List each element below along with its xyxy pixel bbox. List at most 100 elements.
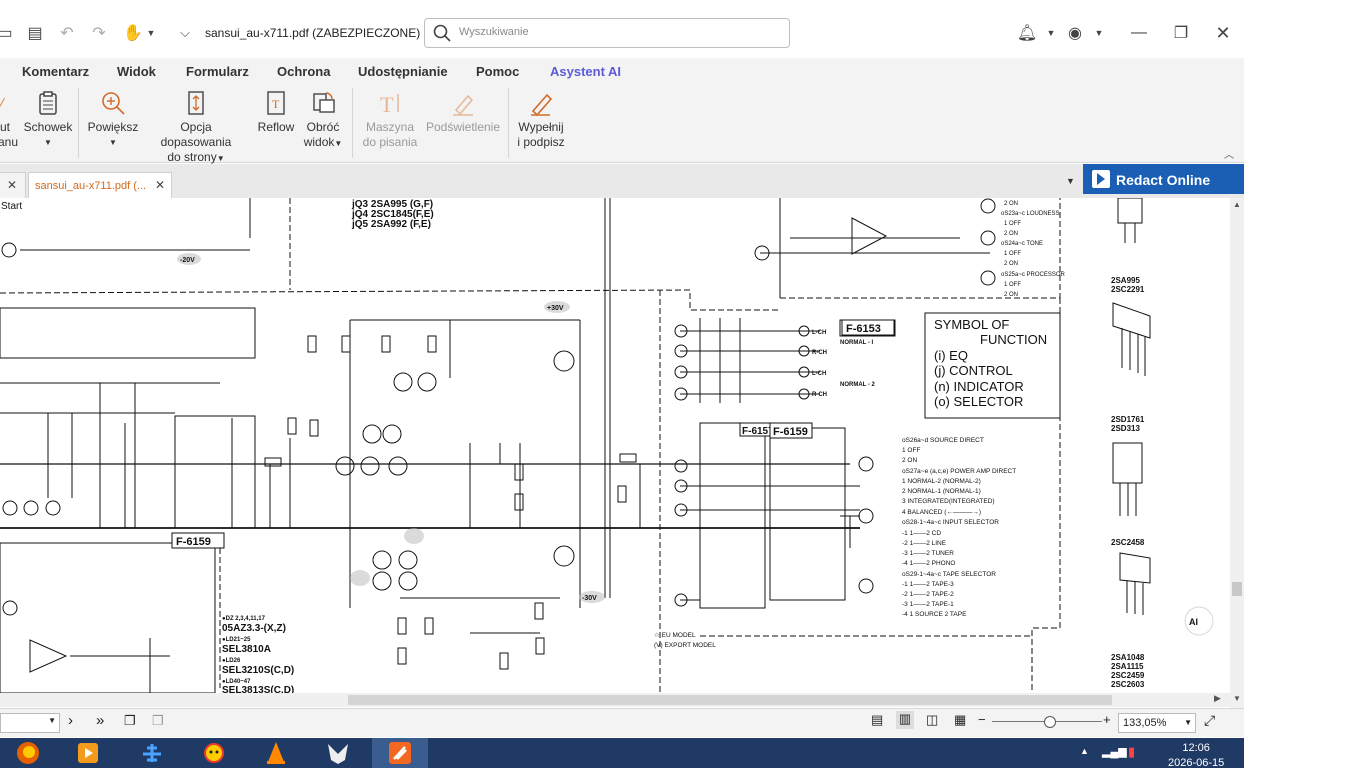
battery-icon[interactable]: ▮ xyxy=(1128,744,1135,760)
save-icon[interactable]: ▭ xyxy=(0,22,16,44)
collapse-ribbon-icon[interactable]: ︿ xyxy=(1224,146,1234,161)
opcja-dopasowania-button[interactable]: Opcja dopasowania do strony▼ xyxy=(144,90,248,166)
restore-icon[interactable]: ❐ xyxy=(1170,22,1192,44)
maszyna-do-pisania-button[interactable]: T Maszyna do pisania xyxy=(360,90,420,150)
model-note: ☆ EU MODEL xyxy=(654,631,696,639)
menu-widok[interactable]: Widok xyxy=(117,64,156,79)
continuous-page-icon[interactable]: ▥ xyxy=(896,711,914,729)
switch-note: 4 BALANCED (←———→) xyxy=(902,509,981,516)
page-number-field[interactable]: ▼ xyxy=(0,713,60,733)
split-view-icon[interactable]: ❒ xyxy=(152,713,164,729)
account-icon[interactable]: ◉ xyxy=(1064,22,1086,44)
wypelnij-i-podpisz-button[interactable]: Wypełnij i podpisz xyxy=(514,90,568,150)
function-note: 1 OFF xyxy=(1004,251,1021,257)
clock-time: 12:06 xyxy=(1182,742,1210,754)
tab-start-partial[interactable]: ✕ xyxy=(0,172,26,199)
two-page-icon[interactable]: ◫ xyxy=(926,712,938,728)
board-label: F-6157 xyxy=(742,426,774,437)
obroc-widok-button[interactable]: Obróć widok▼ xyxy=(300,90,346,151)
fullscreen-icon[interactable]: ⤢ xyxy=(1204,712,1215,729)
fox-app-taskbar-icon[interactable] xyxy=(310,738,366,768)
media-player-taskbar-icon[interactable] xyxy=(60,738,116,768)
menu-ochrona[interactable]: Ochrona xyxy=(277,64,330,79)
taskbar-clock[interactable]: 12:06 2026-06-15 xyxy=(1168,742,1224,769)
reflow-button[interactable]: T Reflow xyxy=(255,90,297,135)
chevron-down-icon[interactable]: ▼ xyxy=(140,22,162,44)
pdf-viewer[interactable]: jQ3 2SA995 (G,F) jQ4 2SC1845(F,E) jQ5 2S… xyxy=(0,198,1230,693)
scroll-right-icon[interactable]: ▶ xyxy=(1214,693,1221,704)
zoom-slider-thumb[interactable] xyxy=(1044,716,1056,728)
redo-icon[interactable]: ↷ xyxy=(88,22,110,44)
taskbar: ▲ ▂▄▆ ▮ 12:06 2026-06-15 xyxy=(0,738,1244,769)
search-box[interactable]: Wyszukiwanie xyxy=(424,18,790,48)
schowek-button[interactable]: Schowek ▼ xyxy=(22,90,74,150)
bell-icon[interactable]: 🔔︎ xyxy=(1016,22,1038,44)
minimize-icon[interactable]: — xyxy=(1128,22,1150,44)
typewriter-icon: T xyxy=(380,92,399,116)
scroll-up-icon[interactable]: ▲ xyxy=(1233,200,1241,209)
switch-note: oS28-1~4a~c INPUT SELECTOR xyxy=(902,519,999,526)
title-bar: ▭ ▤ ↶ ↷ ✋ ▼ ⌵ sansui_au-x711.pdf (ZABEZP… xyxy=(0,10,1244,58)
zoom-in-icon[interactable]: + xyxy=(1103,712,1111,727)
two-page-continuous-icon[interactable]: ▦ xyxy=(954,712,966,728)
scrollbar-thumb[interactable] xyxy=(348,695,1112,705)
vlc-taskbar-icon[interactable] xyxy=(248,738,304,768)
menu-udostepnianie[interactable]: Udostępnianie xyxy=(358,64,448,79)
next-page-icon[interactable]: › xyxy=(68,712,73,729)
zoom-field[interactable]: 133,05% ▼ xyxy=(1118,713,1196,733)
menu-formularz[interactable]: Formularz xyxy=(186,64,249,79)
chevron-down-icon[interactable]: ▼ xyxy=(1066,176,1075,186)
zoom-out-icon[interactable]: − xyxy=(978,712,986,727)
network-app-taskbar-icon[interactable] xyxy=(124,738,180,768)
normal-label: NORMAL - 2 xyxy=(840,382,876,388)
close-icon[interactable]: ✕ xyxy=(7,178,17,192)
menu-asystent-ai[interactable]: Asystent AI xyxy=(550,64,621,79)
podswietlenie-button[interactable]: Podświetlenie xyxy=(424,90,502,135)
menu-komentarz[interactable]: Komentarz xyxy=(22,64,89,79)
schematic-page: jQ3 2SA995 (G,F) jQ4 2SC1845(F,E) jQ5 2S… xyxy=(0,198,1230,693)
scroll-down-icon[interactable]: ▼ xyxy=(1233,694,1241,703)
ai-assistant-icon[interactable]: AI xyxy=(1189,617,1198,627)
close-icon[interactable]: ✕ xyxy=(155,178,165,192)
scrollbar-thumb[interactable] xyxy=(1232,582,1242,596)
redact-label: Redact Online xyxy=(1116,172,1211,188)
horizontal-scrollbar[interactable]: ▶ xyxy=(0,693,1230,707)
menu-pomoc[interactable]: Pomoc xyxy=(476,64,519,79)
normal-label: NORMAL - I xyxy=(840,340,874,346)
switch-note: -4 1 SOURCE 2 TAPE xyxy=(902,611,967,618)
copy-page-icon[interactable]: ❐ xyxy=(124,713,136,729)
voltage-label: -20V xyxy=(180,257,195,264)
switch-note: 1 NORMAL-2 (NORMAL-2) xyxy=(902,478,981,485)
vertical-scrollbar[interactable]: ▲ ▼ xyxy=(1230,198,1244,708)
show-hidden-icons[interactable]: ▲ xyxy=(1080,746,1089,756)
rotate-view-icon xyxy=(313,92,335,113)
document-tab-bar: ✕ sansui_au-x711.pdf (... ✕ ▼ Redact Onl… xyxy=(0,164,1244,199)
foxit-reader-taskbar-icon[interactable] xyxy=(372,738,428,768)
channel-label: R-CH xyxy=(812,392,827,398)
quick-access-dropdown-icon[interactable]: ⌵ xyxy=(174,22,196,44)
firefox-taskbar-icon[interactable] xyxy=(0,738,56,768)
sun-app-taskbar-icon[interactable] xyxy=(186,738,242,768)
chevron-down-icon: ▼ xyxy=(216,154,225,163)
foxit-icon xyxy=(389,742,411,764)
redact-online-button[interactable]: Redact Online xyxy=(1083,164,1244,194)
single-page-icon[interactable]: ▤ xyxy=(871,712,883,728)
powieksz-label: Powiększ xyxy=(87,120,139,134)
chevron-down-icon[interactable]: ▼ xyxy=(1040,22,1062,44)
open-file-icon[interactable]: ▤ xyxy=(24,22,46,44)
ribbon-separator xyxy=(352,88,353,158)
sun-app-icon xyxy=(204,743,224,763)
voltage-label: -30V xyxy=(582,595,597,602)
undo-icon[interactable]: ↶ xyxy=(56,22,78,44)
powieksz-button[interactable]: Powiększ ▼ xyxy=(86,90,140,150)
last-page-icon[interactable]: » xyxy=(96,712,104,729)
network-signal-icon[interactable]: ▂▄▆ xyxy=(1102,745,1127,758)
tab-sansui-pdf[interactable]: sansui_au-x711.pdf (... ✕ xyxy=(28,172,172,199)
function-note: 2 ON xyxy=(1004,201,1018,207)
fit-page-icon xyxy=(188,91,204,115)
part-label: 2SA1048 xyxy=(1111,653,1145,662)
close-icon[interactable]: ✕ xyxy=(1212,22,1234,44)
chevron-down-icon[interactable]: ▼ xyxy=(1088,22,1110,44)
ribbon-partial-button[interactable]: ut anu xyxy=(0,90,18,150)
part-label: 2SA995 xyxy=(1111,276,1140,285)
